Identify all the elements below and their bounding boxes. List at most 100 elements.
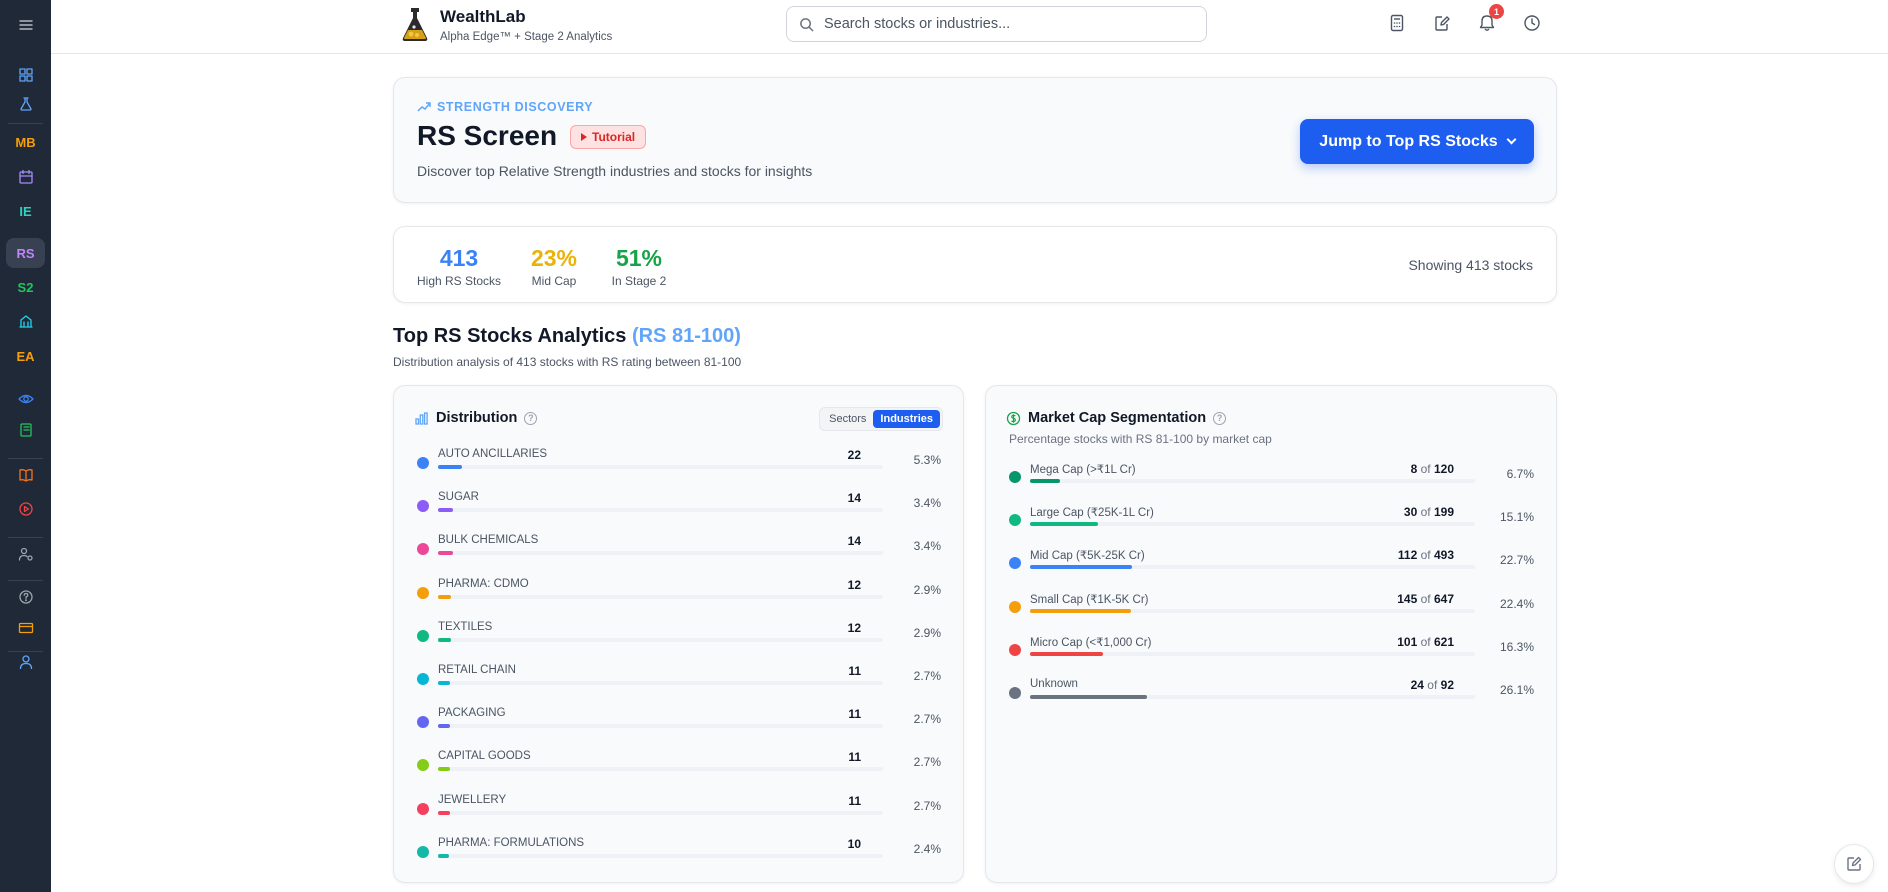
of-word: of [1420, 591, 1431, 606]
industry-row[interactable]: CAPITAL GOODS 11 2.7% [417, 750, 941, 780]
sidebar-dashboard[interactable] [6, 60, 45, 90]
bar-chart-icon [414, 411, 429, 426]
notifications-button[interactable]: 1 [1478, 4, 1504, 32]
wealthlab-logo[interactable] [400, 6, 430, 42]
color-dot [1009, 600, 1021, 613]
sidebar-item-s2[interactable]: S2 [6, 272, 45, 302]
feedback-button[interactable] [1834, 844, 1874, 884]
industry-row-count: 11 [848, 707, 861, 721]
search-bar[interactable] [786, 6, 1207, 42]
jump-label: Jump to Top RS Stocks [1319, 132, 1498, 150]
eyebrow: STRENGTH DISCOVERY [417, 100, 593, 114]
color-dot [417, 457, 429, 469]
color-dot [1009, 471, 1021, 483]
industry-row-percent: 5.3% [913, 453, 941, 467]
help-icon[interactable]: ? [524, 411, 538, 425]
sidebar-user-settings[interactable] [6, 539, 45, 569]
industry-row[interactable]: SUGAR 14 3.4% [417, 491, 941, 521]
industry-row[interactable]: PHARMA: CDMO 12 2.9% [417, 578, 941, 608]
progress-bar [438, 637, 452, 642]
sidebar-item-ea[interactable]: EA [6, 341, 45, 371]
progress-track [438, 724, 883, 729]
industry-row[interactable]: RETAIL CHAIN 11 2.7% [417, 664, 941, 694]
toggle-sectors[interactable]: Sectors [822, 410, 873, 428]
eye-icon [17, 394, 34, 404]
sidebar-play-circle[interactable] [6, 494, 45, 524]
edit-note-icon [1435, 16, 1450, 31]
sidebar-eye[interactable] [6, 384, 45, 414]
industry-row-count: 22 [848, 448, 861, 462]
sidebar-item-mb[interactable]: MB [6, 127, 45, 157]
toggle-industries[interactable]: Industries [873, 410, 940, 428]
market-cap-row-percent: 6.7% [1506, 467, 1534, 481]
color-dot [417, 673, 429, 685]
sidebar-card[interactable] [6, 613, 45, 643]
count-value: 12 [847, 620, 861, 635]
jump-to-top-rs-button[interactable]: Jump to Top RS Stocks [1300, 119, 1534, 164]
search-input[interactable] [824, 16, 1184, 32]
industry-row-name: JEWELLERY [438, 793, 507, 806]
industry-row[interactable]: AUTO ANCILLARIES 22 5.3% [417, 448, 941, 478]
count-value: 101 [1397, 634, 1418, 649]
book-icon [18, 469, 33, 482]
sidebar-item-ie[interactable]: IE [6, 196, 45, 226]
market-cap-row[interactable]: Unknown 24 of 92 26.1% [1009, 678, 1534, 708]
progress-track [1030, 651, 1475, 656]
industry-row-name: RETAIL CHAIN [438, 664, 516, 676]
search-icon [800, 17, 814, 31]
sidebar-divider [8, 580, 43, 581]
distribution-title-text: Distribution [436, 410, 518, 426]
sidebar-notebook[interactable] [6, 415, 45, 445]
market-cap-row-count: 24 of 92 [1411, 678, 1454, 692]
sidebar-item-ea-label: EA [16, 348, 35, 364]
industry-row[interactable]: PHARMA: FORMULATIONS 10 2.4% [417, 837, 941, 867]
market-cap-row[interactable]: Mid Cap (₹5K-25K Cr) 112 of 493 22.7% [1009, 548, 1534, 578]
progress-track [438, 681, 883, 685]
count-value: 22 [847, 448, 861, 462]
industry-row-count: 11 [848, 750, 861, 764]
calculator-button[interactable] [1388, 14, 1406, 32]
industry-row[interactable]: TEXTILES 12 2.9% [417, 621, 941, 651]
industry-row[interactable]: JEWELLERY 11 2.7% [417, 794, 941, 824]
sidebar-help[interactable] [6, 582, 45, 612]
market-cap-row-name: Micro Cap (<₹1,000 Cr) [1030, 636, 1152, 649]
market-cap-row[interactable]: Mega Cap (>₹1L Cr) 8 of 120 6.7% [1009, 462, 1534, 492]
count-value: 11 [848, 793, 861, 808]
market-cap-row[interactable]: Large Cap (₹25K-1L Cr) 30 of 199 15.1% [1009, 505, 1534, 535]
stat-item: 51% In Stage 2 [609, 245, 669, 288]
calendar-icon [18, 169, 33, 184]
industry-row[interactable]: BULK CHEMICALS 14 3.4% [417, 534, 941, 564]
sidebar-menu[interactable] [6, 10, 45, 40]
sidebar-divider [8, 123, 43, 124]
market-cap-row-percent: 15.1% [1499, 510, 1534, 525]
count-value: 145 [1397, 591, 1418, 606]
calculator-icon [1390, 14, 1404, 32]
color-dot [417, 629, 429, 642]
count-value: 14 [847, 534, 861, 549]
sidebar-building[interactable] [6, 306, 45, 336]
market-cap-title: Market Cap Segmentation ? [1028, 410, 1227, 426]
section-title-text: Top RS Stocks Analytics [393, 325, 627, 347]
industry-row[interactable]: PACKAGING 11 2.7% [417, 707, 941, 737]
stat-label: Mid Cap [531, 274, 577, 288]
market-cap-row[interactable]: Micro Cap (<₹1,000 Cr) 101 of 621 16.3% [1009, 635, 1534, 665]
sidebar-flask[interactable] [6, 89, 45, 119]
distribution-toggle[interactable]: Sectors Industries [819, 407, 943, 431]
market-cap-row[interactable]: Small Cap (₹1K-5K Cr) 145 of 647 22.4% [1009, 592, 1534, 622]
help-icon[interactable]: ? [1213, 411, 1227, 425]
sidebar-calendar[interactable] [6, 162, 45, 192]
building-icon [18, 315, 33, 328]
edit-notes-button[interactable] [1433, 14, 1451, 32]
industry-row-count: 10 [848, 837, 861, 851]
sidebar-item-rs[interactable]: RS [6, 238, 45, 268]
color-dot [417, 802, 429, 815]
history-button[interactable] [1523, 14, 1541, 32]
industry-row-name: SUGAR [438, 491, 479, 504]
market-cap-row-name: Small Cap (₹1K-5K Cr) [1030, 593, 1149, 606]
progress-bar [438, 810, 451, 815]
sidebar-book[interactable] [6, 460, 45, 490]
sidebar-item-mb-label: MB [15, 134, 36, 150]
help-icon [18, 590, 33, 604]
tutorial-button[interactable]: Tutorial [570, 125, 647, 149]
play-circle-icon [18, 502, 33, 516]
